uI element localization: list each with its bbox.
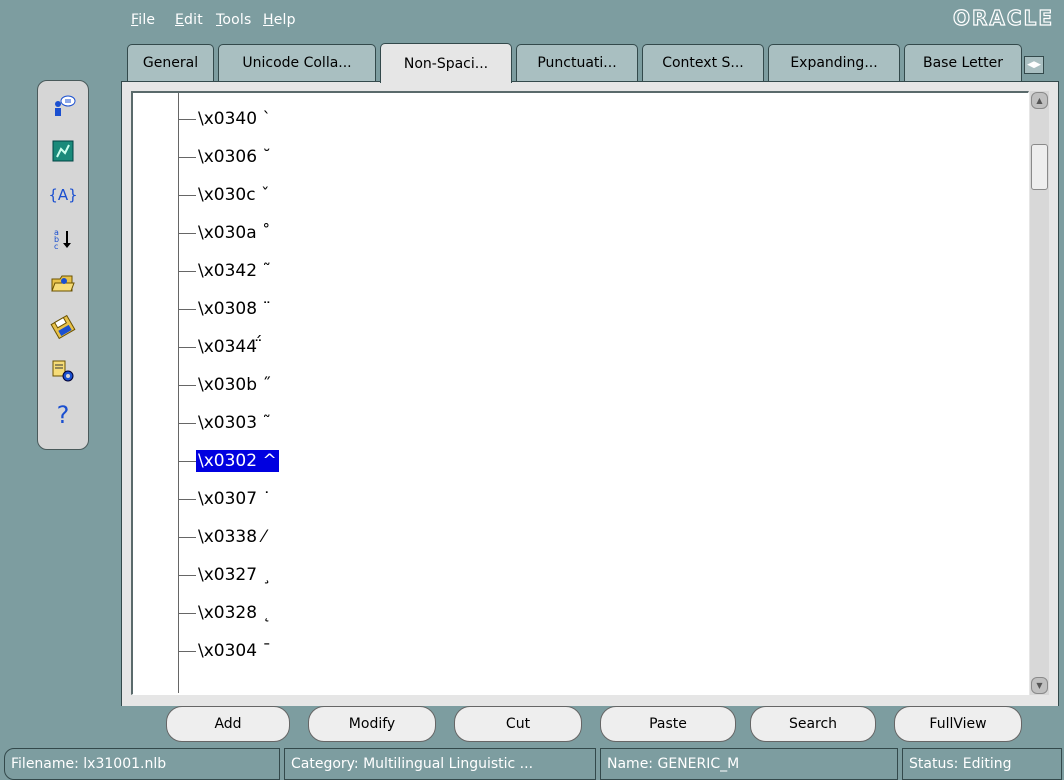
- menu-tools[interactable]: Tools: [216, 12, 252, 28]
- tree-node[interactable]: \x0327 ¸: [178, 560, 273, 590]
- tab-unicode-collation[interactable]: Unicode Colla...: [218, 44, 376, 81]
- tree-node[interactable]: \x0306 ˘: [178, 142, 273, 172]
- search-button[interactable]: Search: [750, 706, 876, 742]
- help-icon[interactable]: ?: [47, 399, 79, 431]
- tree-node[interactable]: \x0328 ˛: [178, 598, 273, 628]
- map-icon[interactable]: [47, 135, 79, 167]
- svg-text:c: c: [54, 242, 58, 251]
- tree-node[interactable]: \x0303 ˜: [178, 408, 273, 438]
- properties-icon[interactable]: [47, 355, 79, 387]
- tree-node[interactable]: \x0344 ̈́: [178, 332, 264, 362]
- tab-non-spacing[interactable]: Non-Spaci...: [380, 43, 512, 83]
- oracle-logo: ORACLE: [952, 5, 1054, 30]
- tab-bar: General Unicode Colla... Non-Spaci... Pu…: [127, 43, 1064, 83]
- tab-punctuation[interactable]: Punctuati...: [516, 44, 638, 81]
- tree-node[interactable]: \x0340 ˋ: [178, 104, 273, 134]
- character-tree[interactable]: \x0340 ˋ \x0306 ˘ \x030c ˇ \x030a ˚ \x03…: [131, 91, 1029, 695]
- scroll-up-icon[interactable]: ▲: [1031, 92, 1048, 109]
- add-button[interactable]: Add: [166, 706, 290, 742]
- tab-general[interactable]: General: [127, 44, 214, 81]
- button-bar: Add Modify Cut Paste Search FullView: [121, 706, 1059, 744]
- tree-node-selected[interactable]: \x0302 ^: [178, 446, 280, 476]
- tree-node[interactable]: \x0308 ¨: [178, 294, 273, 324]
- menu-edit[interactable]: Edit: [175, 12, 203, 28]
- save-disk-icon[interactable]: [47, 311, 79, 343]
- scroll-thumb[interactable]: [1031, 144, 1048, 190]
- cut-button[interactable]: Cut: [454, 706, 582, 742]
- status-category: Category: Multilingual Linguistic ...: [284, 748, 596, 780]
- tree-node[interactable]: \x0338 ⁄: [178, 522, 267, 552]
- status-name: Name: GENERIC_M: [600, 748, 898, 780]
- tree-node[interactable]: \x0342 ˜: [178, 256, 273, 286]
- modify-button[interactable]: Modify: [308, 706, 436, 742]
- tab-base-letter[interactable]: Base Letter: [904, 44, 1022, 81]
- paste-button[interactable]: Paste: [600, 706, 736, 742]
- menu-bar: File Edit Tools Help ORACLE: [0, 0, 1064, 38]
- tree-node[interactable]: \x0304 ¯: [178, 636, 273, 666]
- vertical-scrollbar[interactable]: ▲ ▼: [1030, 91, 1049, 695]
- sort-icon[interactable]: a b c: [47, 223, 79, 255]
- scroll-down-icon[interactable]: ▼: [1031, 677, 1048, 694]
- tab-expanding[interactable]: Expanding...: [768, 44, 900, 81]
- status-bar: Filename: lx31001.nlb Category: Multilin…: [0, 748, 1064, 780]
- tab-scroll-arrows-icon[interactable]: ◀▶: [1024, 56, 1044, 74]
- fullview-button[interactable]: FullView: [894, 706, 1022, 742]
- menu-file[interactable]: File: [131, 12, 155, 28]
- non-spacing-panel: \x0340 ˋ \x0306 ˘ \x030c ˇ \x030a ˚ \x03…: [121, 81, 1059, 707]
- menu-help[interactable]: Help: [263, 12, 296, 28]
- tree-node[interactable]: \x030b ˝: [178, 370, 273, 400]
- open-folder-icon[interactable]: [47, 267, 79, 299]
- side-toolbar: {A} a b c ?: [37, 80, 89, 450]
- tree-node[interactable]: \x0307 ˙: [178, 484, 273, 514]
- status-filename: Filename: lx31001.nlb: [4, 748, 280, 780]
- tree-node[interactable]: \x030a ˚: [178, 218, 273, 248]
- variable-icon[interactable]: {A}: [47, 179, 79, 211]
- tree-node[interactable]: \x030c ˇ: [178, 180, 272, 210]
- status-state: Status: Editing: [902, 748, 1062, 780]
- tab-context-sensitive[interactable]: Context S...: [642, 44, 764, 81]
- wizard-icon[interactable]: [47, 91, 79, 123]
